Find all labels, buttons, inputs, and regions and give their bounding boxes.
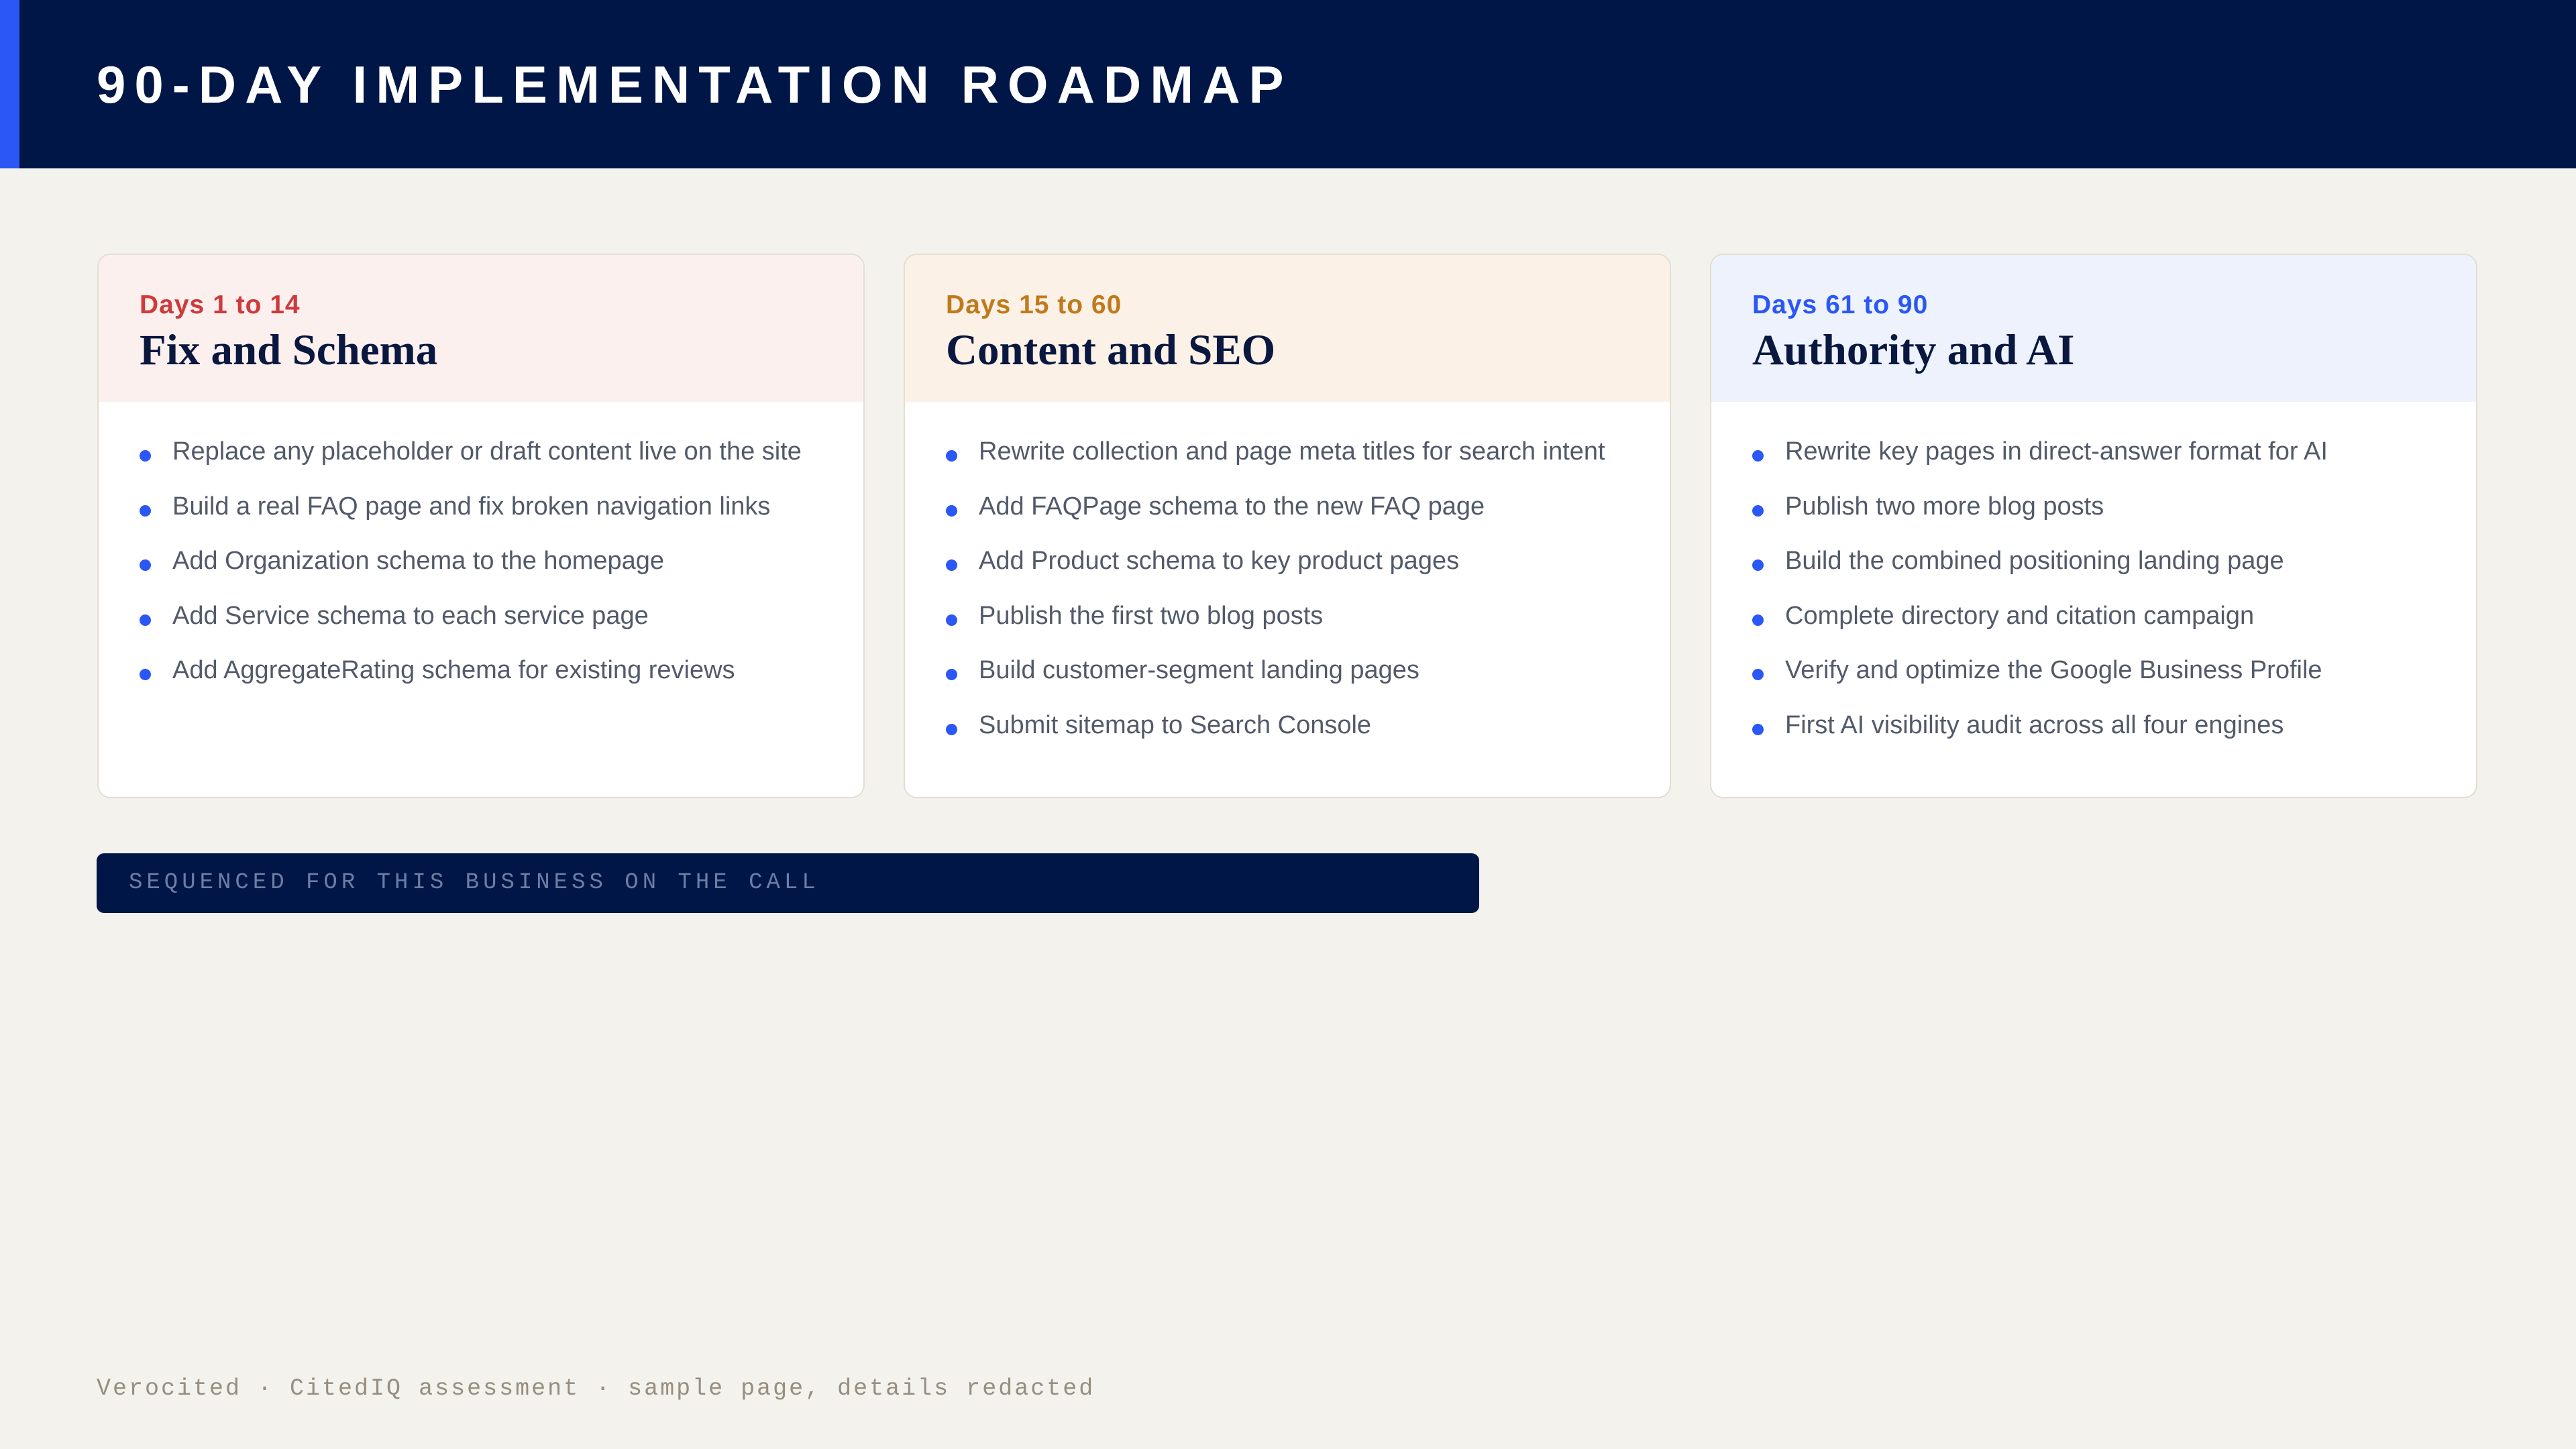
task-text: Add Organization schema to the homepage [172,547,665,575]
bullet-icon [140,450,151,462]
banner-text: SEQUENCED FOR THIS BUSINESS ON THE CALL [129,870,820,896]
task-item: Add Service schema to each service page [140,599,802,654]
task-item: Submit sitemap to Search Console [946,708,1605,763]
bullet-icon [946,723,957,735]
task-text: Publish two more blog posts [1785,492,2104,521]
bullet-icon [1752,669,1764,680]
task-text: Rewrite key pages in direct-answer forma… [1785,437,2328,466]
task-item: First AI visibility audit across all fou… [1752,708,2328,763]
task-item: Rewrite key pages in direct-answer forma… [1752,435,2328,490]
phase-task-list: Replace any placeholder or draft content… [140,435,802,708]
bullet-icon [140,669,151,680]
phase-title: Fix and Schema [140,326,438,374]
phase-task-list: Rewrite collection and page meta titles … [946,435,1605,763]
task-text: Add Service schema to each service page [172,601,649,630]
task-text: Complete directory and citation campaign [1785,601,2255,630]
task-item: Verify and optimize the Google Business … [1752,653,2328,708]
bullet-icon [140,504,151,517]
task-item: Add FAQPage schema to the new FAQ page [946,490,1605,545]
task-item: Add Organization schema to the homepage [140,544,802,599]
bullet-icon [946,559,957,571]
task-text: Publish the first two blog posts [979,601,1324,630]
task-item: Build a real FAQ page and fix broken nav… [140,490,802,545]
phase-card-3: Days 61 to 90 Authority and AI Rewrite k… [1710,254,2477,798]
task-text: Build the combined positioning landing p… [1785,547,2284,575]
bullet-icon [1752,504,1764,517]
page-title: 90-DAY IMPLEMENTATION ROADMAP [97,55,1293,114]
header-accent-stripe [0,0,19,168]
bullet-icon [1752,559,1764,571]
phase-date-range: Days 61 to 90 [1752,290,1929,319]
phase-task-list: Rewrite key pages in direct-answer forma… [1752,435,2328,763]
task-item: Add Product schema to key product pages [946,544,1605,599]
task-item: Publish the first two blog posts [946,599,1605,654]
task-text: Build a real FAQ page and fix broken nav… [172,492,771,521]
task-text: Add Product schema to key product pages [979,547,1460,575]
task-item: Rewrite collection and page meta titles … [946,435,1605,490]
header-bar: 90-DAY IMPLEMENTATION ROADMAP [0,0,2576,168]
bullet-icon [140,614,151,626]
bullet-icon [946,669,957,680]
task-text: Verify and optimize the Google Business … [1785,656,2322,684]
bullet-icon [1752,614,1764,626]
task-item: Build the combined positioning landing p… [1752,544,2328,599]
phase-cards: Days 1 to 14 Fix and Schema Replace any … [97,254,2479,800]
task-text: First AI visibility audit across all fou… [1785,710,2284,739]
sequencing-banner: SEQUENCED FOR THIS BUSINESS ON THE CALL [97,853,1479,913]
phase-card-2: Days 15 to 60 Content and SEO Rewrite co… [904,254,1671,798]
phase-date-range: Days 1 to 14 [140,290,301,319]
phase-card-1: Days 1 to 14 Fix and Schema Replace any … [97,254,865,798]
task-text: Submit sitemap to Search Console [979,710,1372,739]
task-item: Publish two more blog posts [1752,490,2328,545]
bullet-icon [946,450,957,462]
bullet-icon [946,614,957,626]
bullet-icon [1752,450,1764,462]
task-text: Add AggregateRating schema for existing … [172,656,735,684]
phase-title: Authority and AI [1752,326,2075,374]
bullet-icon [946,504,957,517]
task-item: Complete directory and citation campaign [1752,599,2328,654]
task-item: Replace any placeholder or draft content… [140,435,802,490]
task-text: Replace any placeholder or draft content… [172,437,802,466]
task-text: Add FAQPage schema to the new FAQ page [979,492,1485,521]
task-item: Add AggregateRating schema for existing … [140,653,802,708]
task-text: Rewrite collection and page meta titles … [979,437,1605,466]
phase-title: Content and SEO [946,326,1276,374]
bullet-icon [1752,723,1764,735]
task-item: Build customer-segment landing pages [946,653,1605,708]
phase-date-range: Days 15 to 60 [946,290,1122,319]
task-text: Build customer-segment landing pages [979,656,1419,684]
bullet-icon [140,559,151,571]
footer-note: Verocited · CitedIQ assessment · sample … [97,1375,1095,1402]
